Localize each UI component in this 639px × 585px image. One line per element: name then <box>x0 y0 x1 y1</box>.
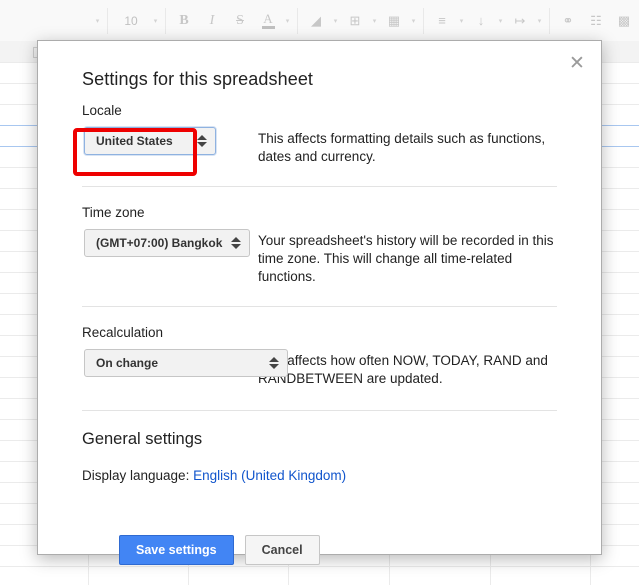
vertical-align-caret-icon[interactable]: ▾ <box>495 9 506 33</box>
settings-dialog: ✕ Settings for this spreadsheet Locale U… <box>37 40 602 565</box>
font-dropdown-caret-icon[interactable]: ▾ <box>92 9 103 33</box>
section-general: General settings Display language: Engli… <box>82 430 557 483</box>
divider <box>82 186 557 187</box>
grid-row-line <box>0 566 639 567</box>
fill-color-icon[interactable]: ◢ <box>302 9 330 33</box>
timezone-control-cell: (GMT+07:00) Bangkok(GMT+00:00) London(GM… <box>82 229 258 257</box>
insert-link-icon[interactable]: ⚭ <box>554 9 582 33</box>
spreadsheet-toolbar: ▾ 10 ▾ B I S A ▾ ◢ ▾ ⊞ ▾ ▦ ▾ ≡ ▾ ↓ ▾ ↦ ▾… <box>0 0 639 42</box>
horizontal-align-icon[interactable]: ≡ <box>428 9 456 33</box>
dialog-title: Settings for this spreadsheet <box>82 69 314 89</box>
section-recalculation: Recalculation On changeOn change and eve… <box>82 325 557 411</box>
merge-cells-icon[interactable]: ▦ <box>380 9 408 33</box>
locale-select[interactable]: United StatesUnited KingdomThailandJapan… <box>84 127 216 155</box>
horizontal-align-caret-icon[interactable]: ▾ <box>456 9 467 33</box>
close-icon[interactable]: ✕ <box>566 52 588 74</box>
timezone-row: (GMT+07:00) Bangkok(GMT+00:00) London(GM… <box>82 229 557 286</box>
locale-row: United StatesUnited KingdomThailandJapan… <box>82 127 557 166</box>
section-locale: Locale United StatesUnited KingdomThaila… <box>82 103 557 187</box>
save-settings-button[interactable]: Save settings <box>119 535 234 565</box>
display-language-line: Display language: English (United Kingdo… <box>82 468 557 483</box>
text-color-icon[interactable]: A <box>254 9 282 33</box>
timezone-label: Time zone <box>82 205 145 220</box>
toolbar-group-align: ≡ ▾ ↓ ▾ ↦ ▾ <box>424 7 550 34</box>
divider <box>82 410 557 411</box>
display-language-link[interactable]: English (United Kingdom) <box>193 468 346 483</box>
borders-caret-icon[interactable]: ▾ <box>369 9 380 33</box>
divider <box>82 306 557 307</box>
text-wrap-caret-icon[interactable]: ▾ <box>534 9 545 33</box>
recalculation-description: This affects how often NOW, TODAY, RAND … <box>258 353 548 386</box>
display-language-label: Display language: <box>82 468 190 483</box>
borders-icon[interactable]: ⊞ <box>341 9 369 33</box>
cancel-button[interactable]: Cancel <box>244 535 320 565</box>
toolbar-group-insert: ⚭ ☷ ▩ ▽ ▾ Σ <box>550 8 639 34</box>
recalculation-label: Recalculation <box>82 325 164 340</box>
strikethrough-icon[interactable]: S <box>226 9 254 33</box>
recalculation-control-cell: On changeOn change and every minuteOn ch… <box>82 349 288 377</box>
vertical-align-icon[interactable]: ↓ <box>467 9 495 33</box>
merge-cells-caret-icon[interactable]: ▾ <box>408 9 419 33</box>
font-size-value[interactable]: 10 <box>112 14 150 28</box>
section-timezone: Time zone (GMT+07:00) Bangkok(GMT+00:00)… <box>82 205 557 307</box>
recalculation-select[interactable]: On changeOn change and every minuteOn ch… <box>84 349 288 377</box>
timezone-description: Your spreadsheet's history will be recor… <box>258 233 554 284</box>
timezone-select[interactable]: (GMT+07:00) Bangkok(GMT+00:00) London(GM… <box>84 229 250 257</box>
italic-icon[interactable]: I <box>198 9 226 33</box>
bold-icon[interactable]: B <box>170 9 198 33</box>
font-size-caret-icon[interactable]: ▾ <box>150 9 161 33</box>
general-settings-heading: General settings <box>82 430 203 448</box>
app-root: ▾ 10 ▾ B I S A ▾ ◢ ▾ ⊞ ▾ ▦ ▾ ≡ ▾ ↓ ▾ ↦ ▾… <box>0 0 639 585</box>
fill-color-caret-icon[interactable]: ▾ <box>330 9 341 33</box>
toolbar-group-fontsize: 10 ▾ <box>108 7 166 34</box>
recalculation-row: On changeOn change and every minuteOn ch… <box>82 349 557 388</box>
toolbar-group-textstyle: B I S A ▾ <box>166 7 298 34</box>
recalculation-select-wrap: On changeOn change and every minuteOn ch… <box>84 349 288 377</box>
text-wrap-icon[interactable]: ↦ <box>506 9 534 33</box>
dialog-button-row: Save settings Cancel <box>119 535 320 565</box>
toolbar-group-cellstyle: ◢ ▾ ⊞ ▾ ▦ ▾ <box>298 7 424 34</box>
locale-select-wrap: United StatesUnited KingdomThailandJapan… <box>84 127 216 155</box>
locale-control-cell: United StatesUnited KingdomThailandJapan… <box>82 127 258 155</box>
locale-description: This affects formatting details such as … <box>258 131 546 164</box>
timezone-select-wrap: (GMT+07:00) Bangkok(GMT+00:00) London(GM… <box>84 229 250 257</box>
toolbar-group-font: ▾ <box>88 7 108 34</box>
insert-comment-icon[interactable]: ☷ <box>582 9 610 33</box>
locale-label: Locale <box>82 103 122 118</box>
text-color-caret-icon[interactable]: ▾ <box>282 9 293 33</box>
dialog-body: Locale United StatesUnited KingdomThaila… <box>38 103 601 483</box>
insert-chart-icon[interactable]: ▩ <box>610 9 638 33</box>
